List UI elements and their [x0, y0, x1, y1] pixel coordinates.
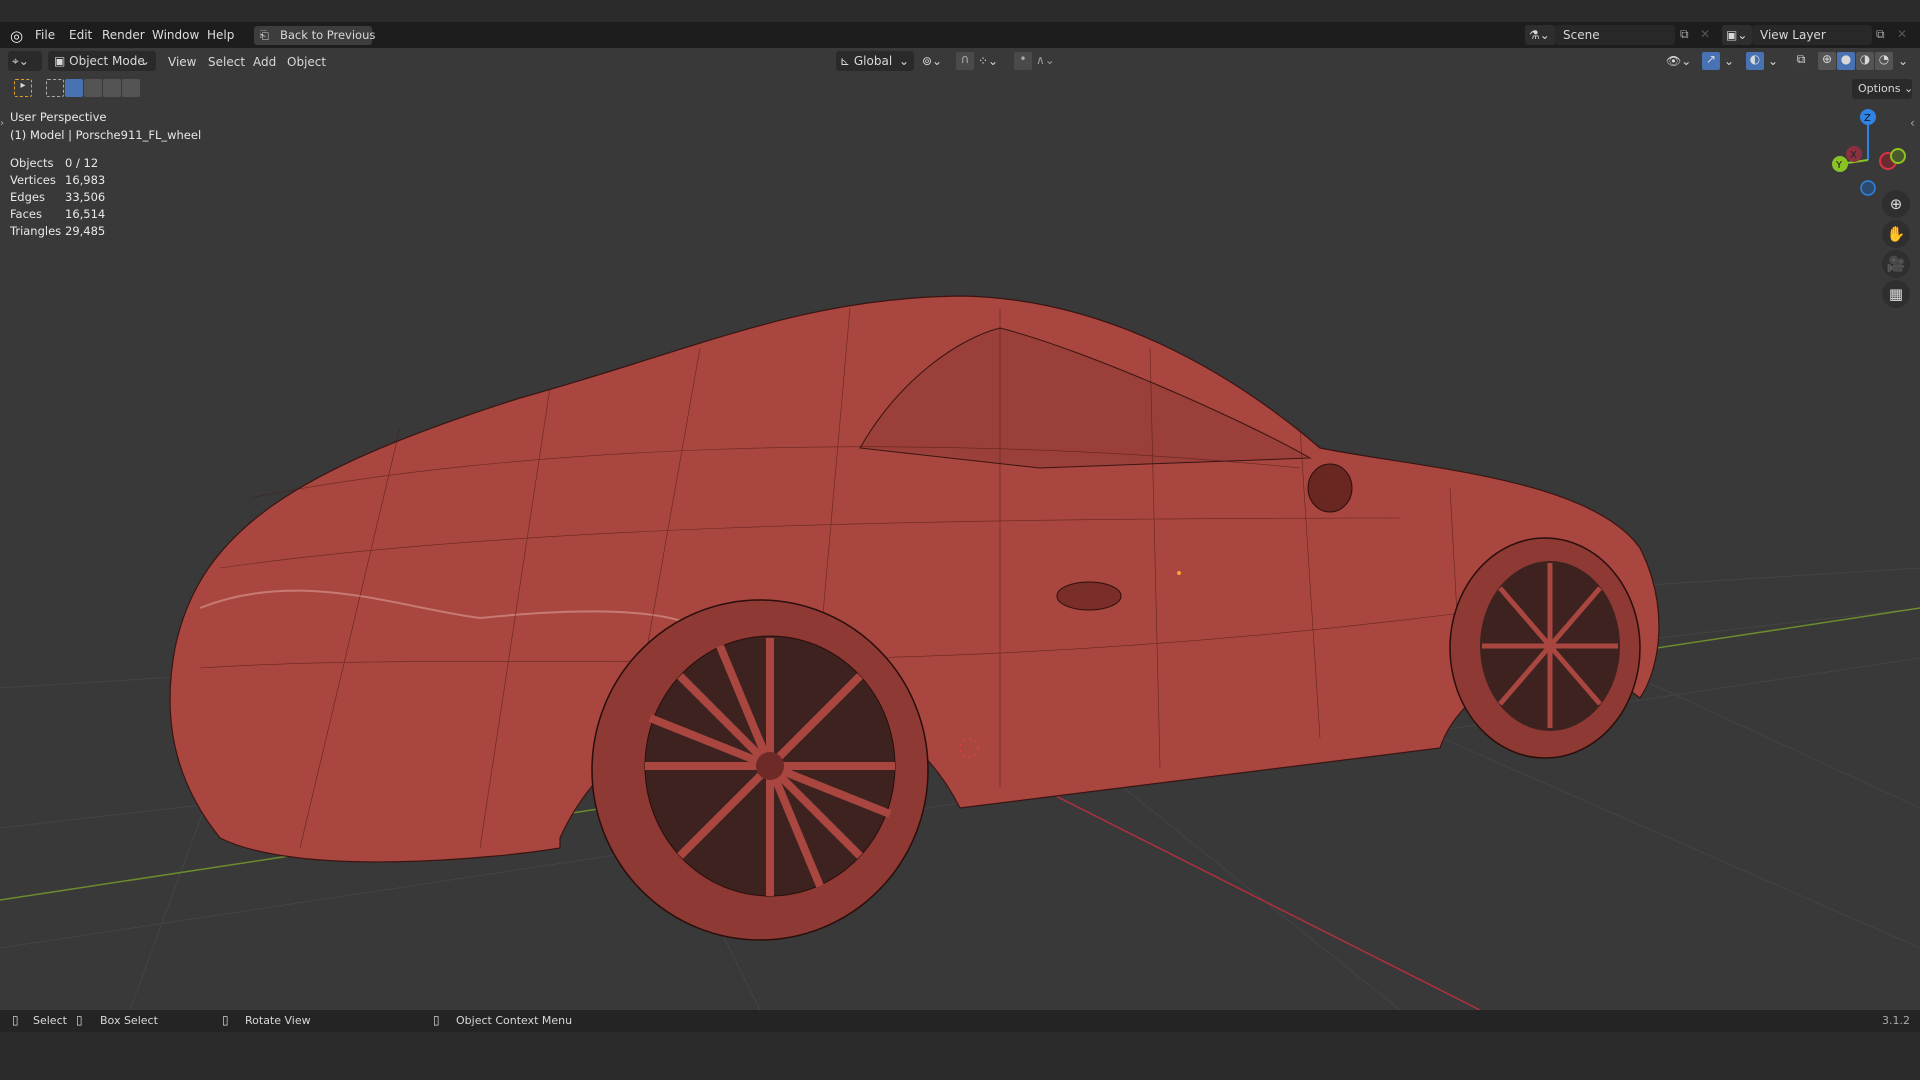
orientation-axes-icon: ⊾ [840, 54, 854, 68]
object-mode-icon: ▣ [54, 54, 70, 68]
material-preview-icon[interactable]: ◑ [1856, 52, 1874, 70]
shading-dropdown-icon[interactable]: ⌄ [1898, 54, 1908, 68]
solid-shading-icon[interactable]: ● [1837, 52, 1855, 70]
gizmo-y-label: Y [1835, 160, 1843, 171]
back-to-previous-label: Back to Previous [280, 28, 376, 42]
stat-label: Faces [10, 207, 42, 221]
select-intersect-icon[interactable] [122, 79, 140, 97]
snap-toggle-icon[interactable]: ∩ [956, 52, 974, 70]
options-dropdown[interactable]: Options ⌄ [1852, 79, 1913, 99]
sidebar-expand-icon[interactable]: ‹ [1910, 116, 1915, 130]
rendered-shading-icon[interactable]: ◔ [1875, 52, 1893, 70]
gizmo-z-label: Z [1864, 113, 1871, 124]
select-tool-icon[interactable]: ▸ [14, 79, 32, 97]
editor-type-icon[interactable]: ⌖⌄ [8, 51, 42, 71]
chevron-down-icon: ⌄ [139, 54, 150, 68]
select-extend-icon[interactable] [65, 79, 83, 97]
zoom-icon[interactable]: ⊕ [1882, 190, 1910, 218]
rear-wheel [591, 599, 929, 941]
stat-value: 0 / 12 [65, 156, 99, 170]
new-scene-icon[interactable]: ⧉ [1680, 27, 1689, 42]
stat-label: Objects [10, 156, 54, 170]
visibility-selectability-icon[interactable]: 👁⌄ [1666, 54, 1691, 68]
blender-logo-icon[interactable]: ◎ [10, 27, 23, 45]
wireframe-shading-icon[interactable]: ⊕ [1818, 52, 1836, 70]
xray-toggle-icon[interactable]: ⧉ [1792, 52, 1810, 70]
front-wheel [1449, 537, 1641, 759]
screen-back-icon: ⎗ [260, 29, 269, 42]
overlays-toggle-icon[interactable]: ◐ [1746, 52, 1764, 70]
navigation-gizmo[interactable]: X Z Y [1820, 106, 1910, 196]
viewport-scene [0, 295, 1920, 1010]
select-invert-icon[interactable] [103, 79, 121, 97]
scene-field[interactable]: Scene [1555, 25, 1675, 45]
view-name: User Perspective [10, 110, 107, 124]
mode-label: Object Mode [69, 54, 145, 68]
camera-view-icon[interactable]: 🎥 [1882, 250, 1910, 278]
stat-label: Triangles [10, 224, 62, 238]
menu-select[interactable]: Select [208, 55, 245, 69]
menu-help[interactable]: Help [207, 28, 234, 42]
menu-window[interactable]: Window [152, 28, 199, 42]
menu-file[interactable]: File [35, 28, 55, 42]
select-subtract-icon[interactable] [84, 79, 102, 97]
scene-statistics: Objects 0 / 12 Vertices 16,983 Edges 33,506… [10, 156, 145, 238]
stat-value: 16,983 [65, 173, 106, 187]
status-rotate: Rotate View [245, 1014, 311, 1027]
menu-add[interactable]: Add [253, 55, 276, 69]
transform-orientation-dropdown[interactable]: ⊾ Global ⌄ [836, 51, 914, 71]
gizmo-toggle-icon[interactable]: ↗ [1702, 52, 1720, 70]
menu-object[interactable]: Object [287, 55, 326, 69]
gizmo-dropdown-icon[interactable]: ⌄ [1724, 54, 1734, 68]
stat-label: Edges [10, 190, 45, 204]
status-context-menu: Object Context Menu [456, 1014, 573, 1027]
snap-increment-icon[interactable]: ⁘⌄ [978, 54, 998, 68]
mouse-left-icon: ▯ [12, 1013, 19, 1027]
gizmo-neg-x-label: X [1850, 150, 1857, 161]
active-object-name: (1) Model | Porsche911_FL_wheel [10, 128, 202, 142]
back-to-previous-button[interactable]: ⎗ Back to Previous [254, 26, 376, 45]
proportional-editing-icon[interactable]: • [1014, 52, 1032, 70]
mouse-right-icon: ▯ [433, 1013, 440, 1027]
delete-view-layer-icon[interactable]: ✕ [1897, 27, 1907, 41]
x-axis-line [1039, 787, 1481, 1010]
select-new-icon[interactable] [46, 79, 64, 97]
pivot-point-icon[interactable]: ⊚⌄ [922, 54, 942, 68]
mouse-drag-icon: ▯ [76, 1013, 83, 1027]
delete-scene-icon[interactable]: ✕ [1700, 27, 1710, 41]
stat-value: 33,506 [65, 190, 106, 204]
falloff-curve-icon[interactable]: ∧⌄ [1036, 53, 1055, 67]
scene-selector-icon[interactable]: ⚗⌄ [1525, 25, 1555, 45]
overlays-dropdown-icon[interactable]: ⌄ [1768, 54, 1778, 68]
stat-label: Vertices [10, 173, 56, 187]
status-bar: ▯ Select ▯ Box Select ▯ Rotate View ▯ Ob… [0, 1010, 1920, 1032]
mode-selector[interactable]: ▣ Object Mode ⌄ [48, 51, 156, 71]
new-view-layer-icon[interactable]: ⧉ [1876, 27, 1885, 42]
status-box-select: Box Select [100, 1014, 158, 1027]
options-label: Options [1858, 82, 1901, 95]
gizmo-neg-z-circle [1860, 180, 1876, 196]
pan-hand-icon[interactable]: ✋ [1882, 220, 1910, 248]
object-origin [1177, 571, 1181, 575]
toolbar-expand-icon[interactable]: › [0, 118, 4, 129]
menu-render[interactable]: Render [102, 28, 145, 42]
stat-value: 29,485 [65, 224, 106, 238]
gizmo-neg-y-circle [1890, 148, 1906, 164]
menu-view[interactable]: View [168, 55, 196, 69]
mouse-middle-icon: ▯ [222, 1013, 229, 1027]
status-select: Select [33, 1014, 67, 1027]
orthographic-grid-icon[interactable]: ▦ [1882, 280, 1910, 308]
orientation-label: Global [853, 54, 893, 68]
stat-value: 16,514 [65, 207, 106, 221]
menu-edit[interactable]: Edit [69, 28, 92, 42]
view-layer-icon[interactable]: ▣⌄ [1722, 25, 1752, 45]
view-layer-field[interactable]: View Layer [1752, 25, 1872, 45]
version-label: 3.1.2 [1882, 1014, 1910, 1027]
3d-viewport[interactable]: › User Perspective (1) Model | Porsche91… [0, 48, 1920, 1010]
